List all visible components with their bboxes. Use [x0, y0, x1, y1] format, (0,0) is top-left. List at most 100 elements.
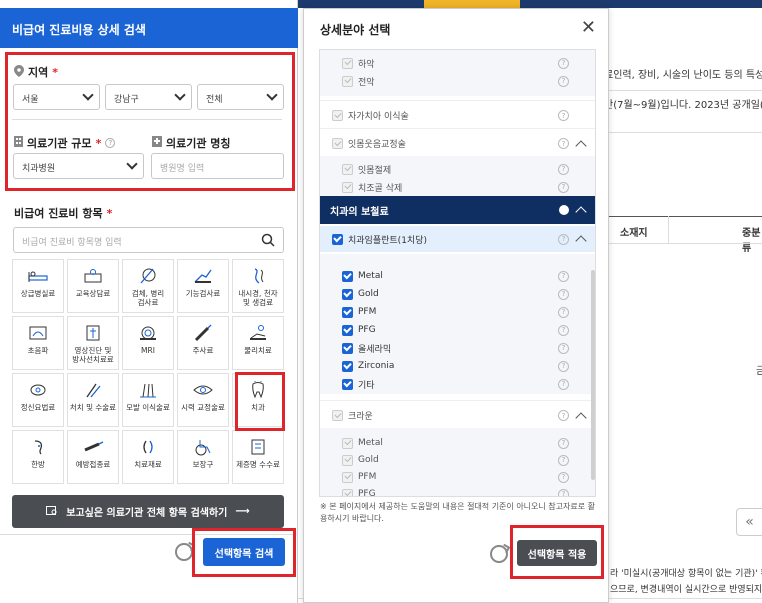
checkbox[interactable] [332, 110, 343, 121]
prev-page-button[interactable]: « [736, 508, 762, 536]
checkbox[interactable] [332, 410, 343, 421]
category-injection[interactable]: 주사료 [177, 316, 229, 370]
category-psychotherapy[interactable]: 정신요법료 [12, 373, 64, 427]
category-label: 초음파 [27, 346, 49, 355]
vaccine-icon [81, 437, 105, 457]
help-icon[interactable]: ? [558, 181, 569, 193]
list-item-label: Metal [358, 271, 383, 281]
category-vaccine[interactable]: 예방접종료 [67, 430, 119, 484]
category-label: 상급병실료 [20, 289, 56, 298]
category-certificate-fee[interactable]: 제증명 수수료 [232, 430, 284, 484]
help-icon[interactable]: ? [558, 360, 569, 372]
chevron-up-icon[interactable] [575, 412, 587, 424]
checkbox[interactable] [342, 181, 353, 193]
checkbox[interactable] [332, 233, 343, 245]
list-item[interactable]: 기타? [320, 373, 595, 395]
checkbox[interactable] [342, 75, 353, 87]
help-icon[interactable]: ? [558, 342, 569, 354]
checkbox[interactable] [342, 288, 353, 300]
help-icon[interactable]: ? [558, 378, 569, 390]
help-icon[interactable]: ? [558, 488, 569, 496]
checkbox[interactable] [342, 306, 353, 318]
list-item[interactable]: 잇몸웃음교정술? [320, 128, 595, 158]
implant-group[interactable]: 치과임플란트(1치당)? [320, 228, 595, 250]
category-vision-correction[interactable]: 시력 교정술료 [177, 373, 229, 427]
checkbox[interactable] [342, 324, 353, 336]
list-item[interactable]: 자가치아 이식술? [320, 100, 595, 130]
category-function-test[interactable]: 기능검사료 [177, 259, 229, 313]
checkbox[interactable] [342, 471, 353, 483]
help-icon[interactable]: ? [558, 233, 569, 245]
search-all-items-button[interactable]: 보고싶은 의료기관 전체 항목 검색하기 ⟶ [12, 495, 284, 528]
category-hair-transplant[interactable]: 모발 이식술료 [122, 373, 174, 427]
category-assistive-device[interactable]: 보장구 [177, 430, 229, 484]
section-dental-prosthetics[interactable]: 치과의 보철료 [320, 196, 595, 224]
help-icon[interactable]: ? [558, 288, 569, 300]
category-endoscopy[interactable]: 내시경, 천자 및 생검료 [232, 259, 284, 313]
checkbox[interactable] [332, 138, 343, 149]
crown-group[interactable]: 크라운? [320, 400, 595, 430]
list-item-label: Metal [358, 438, 383, 448]
help-icon[interactable]: ? [558, 306, 569, 318]
bg-side-char: 금 [756, 366, 762, 377]
help-icon[interactable]: ? [558, 163, 569, 175]
list-item[interactable]: 전악? [320, 70, 595, 92]
help-icon[interactable]: ? [558, 437, 569, 449]
list-item-label: Zirconia [358, 361, 395, 371]
category-surgery[interactable]: 처치 및 수술료 [67, 373, 119, 427]
help-icon[interactable]: ? [558, 410, 569, 421]
list-item-label: 올세라믹 [358, 344, 392, 355]
help-icon[interactable]: ? [558, 57, 569, 69]
help-icon[interactable]: ? [558, 138, 569, 149]
surgery-icon [81, 380, 105, 400]
category-hospital-room[interactable]: 상급병실료 [12, 259, 64, 313]
help-icon[interactable]: ? [558, 110, 569, 121]
checkbox[interactable] [342, 437, 353, 449]
category-label: 교육상담료 [75, 289, 111, 298]
wheelchair-icon [191, 437, 215, 457]
checkbox[interactable] [342, 378, 353, 390]
checkbox[interactable] [342, 270, 353, 282]
category-specimen-test[interactable]: 검체, 병리 검사료 [122, 259, 174, 313]
category-oriental-medicine[interactable]: 한방 [12, 430, 64, 484]
list-scrollbar[interactable] [591, 270, 595, 480]
checkbox[interactable] [342, 360, 353, 372]
category-treatment-material[interactable]: 치료재료 [122, 430, 174, 484]
help-icon[interactable]: ? [558, 471, 569, 483]
category-label: 정신요법료 [20, 403, 56, 412]
bg-col-category: 중분류 [742, 228, 761, 254]
help-icon[interactable]: ? [558, 454, 569, 466]
category-label: 치료재료 [134, 460, 162, 469]
chevron-up-icon [575, 206, 587, 218]
checkbox[interactable] [342, 57, 353, 69]
reset-icon[interactable] [490, 545, 508, 563]
item-search-input[interactable]: 비급여 진료비 항목명 입력 [13, 227, 284, 253]
highlight-box-search-button [192, 528, 296, 577]
category-ultrasound[interactable]: 초음파 [12, 316, 64, 370]
chevron-up-icon[interactable] [575, 140, 587, 152]
bg-footer-line2: 으므로, 변경내역이 실시간으로 반영되지 않 [610, 585, 762, 595]
list-item[interactable]: PFG? [320, 483, 595, 496]
checkbox[interactable] [342, 488, 353, 496]
checkbox[interactable] [342, 342, 353, 354]
bg-divider [604, 132, 762, 133]
reset-icon[interactable] [175, 543, 193, 561]
help-icon[interactable]: ? [558, 270, 569, 282]
help-notice: ※ 본 페이지에서 제공하는 도움말의 내용은 절대적 기준이 아니오니 참고자… [320, 502, 596, 523]
category-physical-therapy[interactable]: 물리치료 [232, 316, 284, 370]
category-mri[interactable]: MRI [122, 316, 174, 370]
help-icon[interactable]: ? [558, 324, 569, 336]
function-test-icon [191, 266, 215, 286]
checkbox[interactable] [342, 163, 353, 175]
category-consultation[interactable]: 교육상담료 [67, 259, 119, 313]
list-item[interactable]: 치조골 삭제? [320, 176, 595, 198]
info-dot-icon [559, 205, 569, 215]
search-icon[interactable] [261, 233, 275, 250]
chevron-up-icon[interactable] [575, 235, 587, 247]
list-item-label: Gold [358, 289, 379, 299]
help-icon[interactable]: ? [558, 75, 569, 87]
list-item-label: PFM [358, 472, 377, 482]
checkbox[interactable] [342, 454, 353, 466]
category-radiology[interactable]: 영상진단 및 방사선치료료 [67, 316, 119, 370]
close-icon[interactable]: ✕ [581, 17, 596, 38]
